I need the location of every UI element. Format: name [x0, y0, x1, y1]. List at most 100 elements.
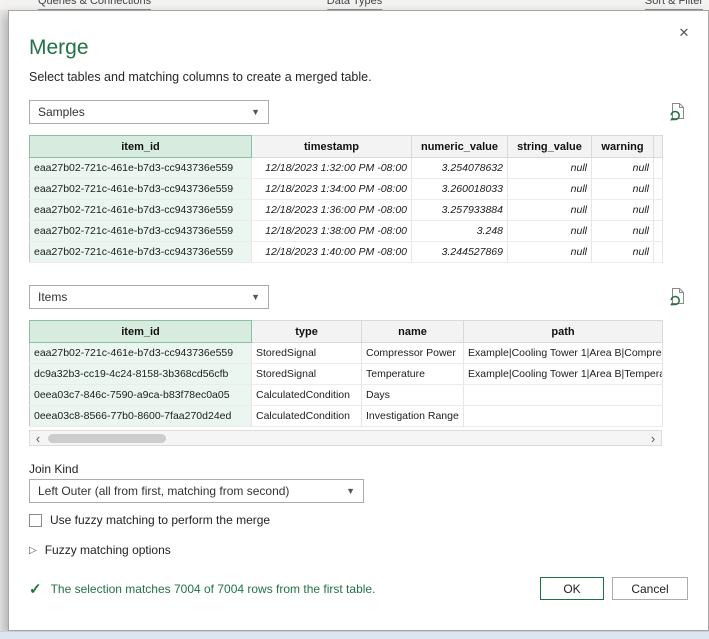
- table-cell: 12/18/2023 1:32:00 PM -08:00: [252, 158, 412, 179]
- join-kind-value: Left Outer (all from first, matching fro…: [38, 484, 289, 498]
- table-row: eaa27b02-721c-461e-b7d3-cc943736e55912/1…: [30, 179, 663, 200]
- table-cell: eaa27b02-721c-461e-b7d3-cc943736e559: [30, 221, 252, 242]
- join-kind-label: Join Kind: [29, 462, 688, 476]
- scrollbar-gutter: [654, 242, 663, 263]
- ribbon-group-data-types[interactable]: Data Types: [327, 0, 382, 10]
- table-cell: 3.257933884: [412, 200, 508, 221]
- status-text: The selection matches 7004 of 7004 rows …: [51, 582, 376, 596]
- horizontal-scrollbar[interactable]: ‹ ›: [29, 430, 662, 446]
- close-icon[interactable]: ✕: [674, 23, 694, 43]
- table-row: dc9a32b3-cc19-4c24-8158-3b368cd56cfbStor…: [30, 364, 663, 385]
- chevron-down-icon: ▼: [251, 292, 260, 302]
- table-cell: 12/18/2023 1:38:00 PM -08:00: [252, 221, 412, 242]
- refresh-preview-icon[interactable]: [668, 287, 686, 307]
- table-cell: 3.248: [412, 221, 508, 242]
- scroll-right-icon[interactable]: ›: [645, 432, 661, 445]
- checkmark-icon: ✓: [29, 580, 42, 598]
- table-cell: 12/18/2023 1:34:00 PM -08:00: [252, 179, 412, 200]
- first-table-select-value: Samples: [38, 105, 85, 119]
- table-cell: null: [592, 179, 654, 200]
- table-row: eaa27b02-721c-461e-b7d3-cc943736e559Stor…: [30, 343, 663, 364]
- table-cell: eaa27b02-721c-461e-b7d3-cc943736e559: [30, 200, 252, 221]
- table-cell: null: [592, 200, 654, 221]
- second-table-select[interactable]: Items ▼: [29, 285, 269, 309]
- header-row: item_idtypenamepath: [30, 321, 663, 343]
- ribbon-group-sort-filter[interactable]: Sort & Filter: [645, 0, 703, 10]
- scrollbar-gutter: [654, 221, 663, 242]
- table-cell: 12/18/2023 1:40:00 PM -08:00: [252, 242, 412, 263]
- fuzzy-matching-checkbox[interactable]: [29, 514, 42, 527]
- table-cell: Example|Cooling Tower 1|Area B|Compress: [464, 343, 663, 364]
- column-header[interactable]: item_id: [30, 321, 252, 343]
- items-preview-table: item_idtypenamepatheaa27b02-721c-461e-b7…: [29, 320, 663, 427]
- scrollbar-gutter: [654, 200, 663, 221]
- table-row: eaa27b02-721c-461e-b7d3-cc943736e55912/1…: [30, 221, 663, 242]
- expander-triangle-icon: ▷: [29, 545, 37, 556]
- ribbon-group-queries[interactable]: Queries & Connections: [38, 0, 151, 10]
- column-header[interactable]: item_id: [30, 136, 252, 158]
- scrollbar-gutter: [654, 158, 663, 179]
- table-cell: eaa27b02-721c-461e-b7d3-cc943736e559: [30, 242, 252, 263]
- chevron-down-icon: ▼: [251, 107, 260, 117]
- table-cell: [464, 385, 663, 406]
- dialog-title: Merge: [29, 35, 688, 61]
- dialog-subtitle: Select tables and matching columns to cr…: [29, 70, 688, 84]
- scrollbar-gutter: [654, 136, 663, 158]
- worksheet-edge-strip: [0, 631, 709, 639]
- ok-button[interactable]: OK: [540, 577, 604, 600]
- merge-dialog: ✕ Merge Select tables and matching colum…: [8, 10, 709, 631]
- table-cell: 12/18/2023 1:36:00 PM -08:00: [252, 200, 412, 221]
- column-header[interactable]: name: [362, 321, 464, 343]
- column-header[interactable]: timestamp: [252, 136, 412, 158]
- table-cell: Temperature: [362, 364, 464, 385]
- table-cell: Example|Cooling Tower 1|Area B|Temperat: [464, 364, 663, 385]
- table-cell: Compressor Power: [362, 343, 464, 364]
- excel-ribbon-strip: Queries & Connections Data Types Sort & …: [0, 0, 709, 10]
- table-cell: 3.254078632: [412, 158, 508, 179]
- table-cell: null: [508, 200, 592, 221]
- table-cell: eaa27b02-721c-461e-b7d3-cc943736e559: [30, 343, 252, 364]
- table-cell: StoredSignal: [252, 343, 362, 364]
- column-header[interactable]: type: [252, 321, 362, 343]
- fuzzy-matching-label: Use fuzzy matching to perform the merge: [50, 513, 270, 527]
- cancel-button[interactable]: Cancel: [612, 577, 688, 600]
- table-cell: null: [592, 158, 654, 179]
- refresh-preview-icon[interactable]: [668, 102, 686, 122]
- table-row: eaa27b02-721c-461e-b7d3-cc943736e55912/1…: [30, 200, 663, 221]
- column-header[interactable]: path: [464, 321, 663, 343]
- table-row: eaa27b02-721c-461e-b7d3-cc943736e55912/1…: [30, 158, 663, 179]
- scroll-left-icon[interactable]: ‹: [30, 432, 46, 445]
- column-header[interactable]: warning: [592, 136, 654, 158]
- table-cell: eaa27b02-721c-461e-b7d3-cc943736e559: [30, 179, 252, 200]
- table-cell: null: [508, 179, 592, 200]
- status-message: ✓ The selection matches 7004 of 7004 row…: [29, 580, 375, 598]
- second-table-select-value: Items: [38, 290, 67, 304]
- scrollbar-thumb[interactable]: [48, 434, 166, 443]
- table-cell: eaa27b02-721c-461e-b7d3-cc943736e559: [30, 158, 252, 179]
- fuzzy-options-expander[interactable]: ▷ Fuzzy matching options: [29, 543, 688, 557]
- column-header[interactable]: numeric_value: [412, 136, 508, 158]
- samples-preview-table: item_idtimestampnumeric_valuestring_valu…: [29, 135, 663, 263]
- table-cell: 0eea03c7-846c-7590-a9ca-b83f78ec0a05: [30, 385, 252, 406]
- table-cell: 3.260018033: [412, 179, 508, 200]
- table-cell: dc9a32b3-cc19-4c24-8158-3b368cd56cfb: [30, 364, 252, 385]
- table-cell: 0eea03c8-8566-77b0-8600-7faa270d24ed: [30, 406, 252, 427]
- table-cell: null: [592, 221, 654, 242]
- table-cell: Investigation Range: [362, 406, 464, 427]
- table-cell: Days: [362, 385, 464, 406]
- table-row: 0eea03c8-8566-77b0-8600-7faa270d24edCalc…: [30, 406, 663, 427]
- table-cell: null: [508, 242, 592, 263]
- table-cell: CalculatedCondition: [252, 406, 362, 427]
- table-cell: CalculatedCondition: [252, 385, 362, 406]
- column-header[interactable]: string_value: [508, 136, 592, 158]
- table-cell: StoredSignal: [252, 364, 362, 385]
- table-row: 0eea03c7-846c-7590-a9ca-b83f78ec0a05Calc…: [30, 385, 663, 406]
- table-cell: null: [592, 242, 654, 263]
- table-row: eaa27b02-721c-461e-b7d3-cc943736e55912/1…: [30, 242, 663, 263]
- first-table-select[interactable]: Samples ▼: [29, 100, 269, 124]
- table-cell: null: [508, 158, 592, 179]
- table-cell: null: [508, 221, 592, 242]
- table-cell: [464, 406, 663, 427]
- join-kind-select[interactable]: Left Outer (all from first, matching fro…: [29, 479, 364, 503]
- table-cell: 3.244527869: [412, 242, 508, 263]
